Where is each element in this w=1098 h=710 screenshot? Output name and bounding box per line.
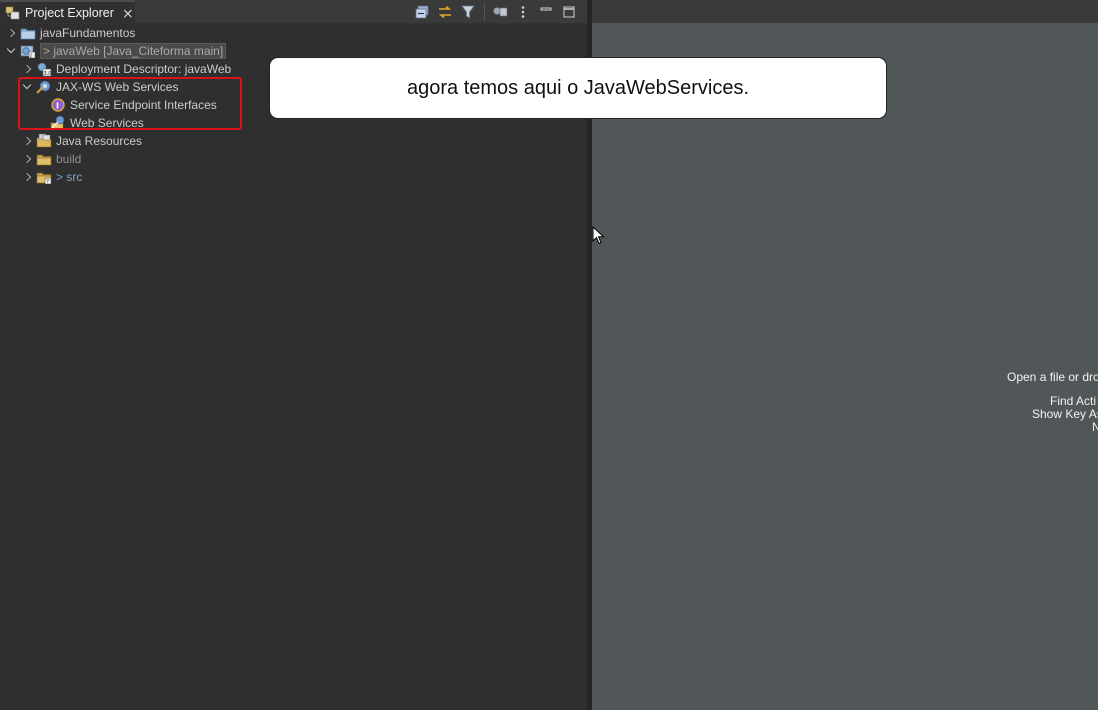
- tree-item-label: > src: [56, 170, 83, 184]
- web-project-icon: J: [20, 43, 36, 59]
- collapse-all-icon[interactable]: [412, 3, 432, 21]
- focus-on-active-task-icon[interactable]: [490, 3, 510, 21]
- tree-item-build[interactable]: build: [22, 150, 81, 168]
- project-explorer-icon: [5, 6, 21, 20]
- chevron-right-icon[interactable]: [22, 64, 32, 74]
- chevron-right-icon[interactable]: [22, 136, 32, 146]
- tree-item-java-resources[interactable]: Java Resources: [22, 132, 142, 150]
- tree-item-label: javaFundamentos: [40, 26, 136, 40]
- filter-icon[interactable]: [458, 3, 478, 21]
- tab-title: Project Explorer: [25, 5, 114, 20]
- project-folder-icon: [20, 25, 36, 41]
- src-folder-icon: ?: [36, 169, 52, 185]
- editor-hint-show-key-assist: Show Key As: [1032, 407, 1098, 421]
- view-menu-icon[interactable]: [513, 3, 533, 21]
- annotation-callout: agora temos aqui o JavaWebServices.: [269, 57, 887, 119]
- tab-project-explorer[interactable]: Project Explorer ⨯: [0, 0, 135, 23]
- tree-item-label: Java Resources: [56, 134, 143, 148]
- tree-item-src[interactable]: ? > src: [22, 168, 82, 186]
- folder-icon: [36, 151, 52, 167]
- tree-item-label: Deployment Descriptor: javaWeb: [56, 62, 232, 76]
- editor-hint-open-file: Open a file or dro: [1007, 370, 1098, 384]
- link-with-editor-icon[interactable]: [435, 3, 455, 21]
- close-icon[interactable]: ⨯: [122, 6, 134, 20]
- minimize-icon[interactable]: [536, 3, 556, 21]
- deployment-descriptor-icon: 3.0: [36, 61, 52, 77]
- tree-item-javafundamentos[interactable]: javaFundamentos: [6, 24, 135, 42]
- chevron-right-icon[interactable]: [22, 154, 32, 164]
- tree-item-deployment-descriptor[interactable]: 3.0 Deployment Descriptor: javaWeb: [22, 60, 231, 78]
- toolbar-separator: [484, 3, 485, 20]
- editor-hint-new: N: [1092, 420, 1098, 434]
- chevron-right-icon[interactable]: [6, 28, 16, 38]
- java-resources-icon: [36, 133, 52, 149]
- chevron-right-icon[interactable]: [22, 172, 32, 182]
- editor-tabbar: [592, 0, 1098, 23]
- editor-hint-find-actions: Find Acti: [1050, 394, 1097, 408]
- tree-item-javaweb[interactable]: J > javaWeb [Java_Citeforma main]: [6, 42, 227, 60]
- svg-text:?: ?: [46, 179, 49, 185]
- callout-text: agora temos aqui o JavaWebServices.: [406, 76, 750, 99]
- view-toolbar: [409, 2, 579, 21]
- maximize-icon[interactable]: [559, 3, 579, 21]
- view-tabbar: Project Explorer ⨯: [0, 0, 587, 24]
- chevron-down-icon[interactable]: [6, 46, 16, 56]
- tree-item-label: > javaWeb [Java_Citeforma main]: [40, 43, 227, 59]
- tree-item-label: build: [56, 152, 82, 166]
- highlight-box: [18, 77, 242, 130]
- svg-text:J: J: [29, 53, 31, 59]
- mouse-cursor-icon: [592, 226, 605, 245]
